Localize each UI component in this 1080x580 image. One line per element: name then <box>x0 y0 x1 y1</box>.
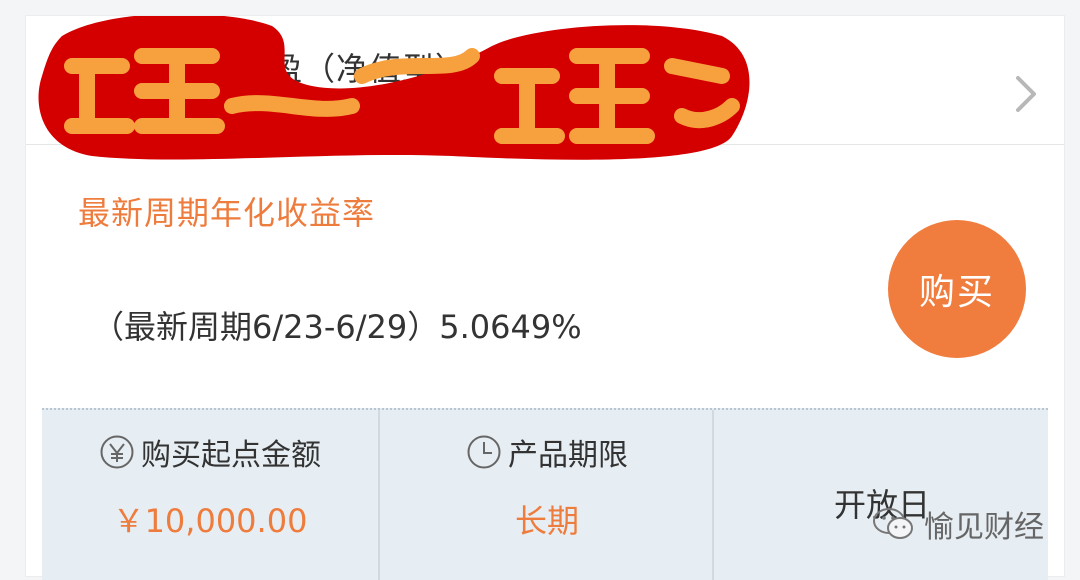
chevron-right-icon[interactable] <box>1014 74 1040 114</box>
yield-value: （最新周期6/23-6/29）5.0649% <box>92 308 582 346</box>
info-col-header: 购买起点金额 <box>42 430 378 474</box>
product-card: 周周盈（净值型） 最新周期年化收益率 （最新周期6/23-6/29）5.0649… <box>26 16 1064 580</box>
redaction-sticker <box>38 16 750 160</box>
min-amount-value: ￥10,000.00 <box>112 502 308 540</box>
product-header[interactable]: 周周盈（净值型） <box>26 16 1064 160</box>
info-col-header: 产品期限 <box>380 430 714 474</box>
yield-section-label: 最新周期年化收益率 <box>78 194 376 232</box>
info-col-open-day: 开放日 <box>712 410 1050 580</box>
info-col-min-amount: 购买起点金额 ￥10,000.00 <box>42 410 378 580</box>
term-value: 长期 <box>514 502 579 540</box>
info-bar: 购买起点金额 ￥10,000.00 产品期限 长期 开放日 <box>42 408 1048 580</box>
term-label: 产品期限 <box>508 438 628 473</box>
buy-button[interactable]: 购买 <box>888 220 1026 358</box>
watermark: 愉见财经 <box>872 502 1044 546</box>
min-amount-label: 购买起点金额 <box>141 438 321 473</box>
clock-icon <box>467 435 501 469</box>
wechat-icon <box>873 508 913 539</box>
watermark-text: 愉见财经 <box>924 510 1044 545</box>
info-col-term: 产品期限 长期 <box>378 410 714 580</box>
yen-icon <box>100 435 134 469</box>
